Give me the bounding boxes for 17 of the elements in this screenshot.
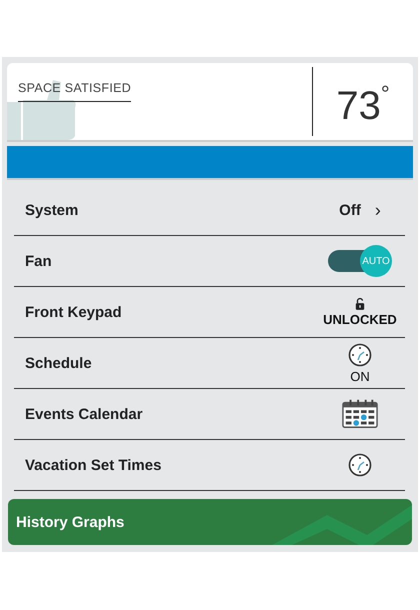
lock-status: UNLOCKED — [323, 312, 397, 326]
temperature-reading: 73$^{°}$ — [336, 80, 390, 128]
row-value: Off — [339, 202, 361, 218]
schedule-status: ON — [350, 368, 370, 384]
row-label[interactable]: Fan — [25, 252, 52, 270]
clock-icon[interactable] — [348, 342, 372, 366]
status-text: SPACE SATISFIED — [18, 81, 132, 102]
row-label[interactable]: System — [25, 202, 78, 218]
row-label[interactable]: Front Keypad — [25, 304, 122, 320]
unlocked-padlock-icon — [354, 298, 365, 310]
row-label[interactable]: Vacation Set Times — [25, 456, 162, 474]
row-label[interactable]: Events Calendar — [25, 406, 143, 422]
calendar-icon[interactable] — [342, 399, 378, 429]
chevron-icon[interactable]: › — [374, 200, 381, 220]
row-label[interactable]: Schedule — [25, 354, 92, 372]
history-graphs-button[interactable]: History Graphs — [8, 499, 412, 545]
clock-icon[interactable] — [348, 453, 372, 477]
